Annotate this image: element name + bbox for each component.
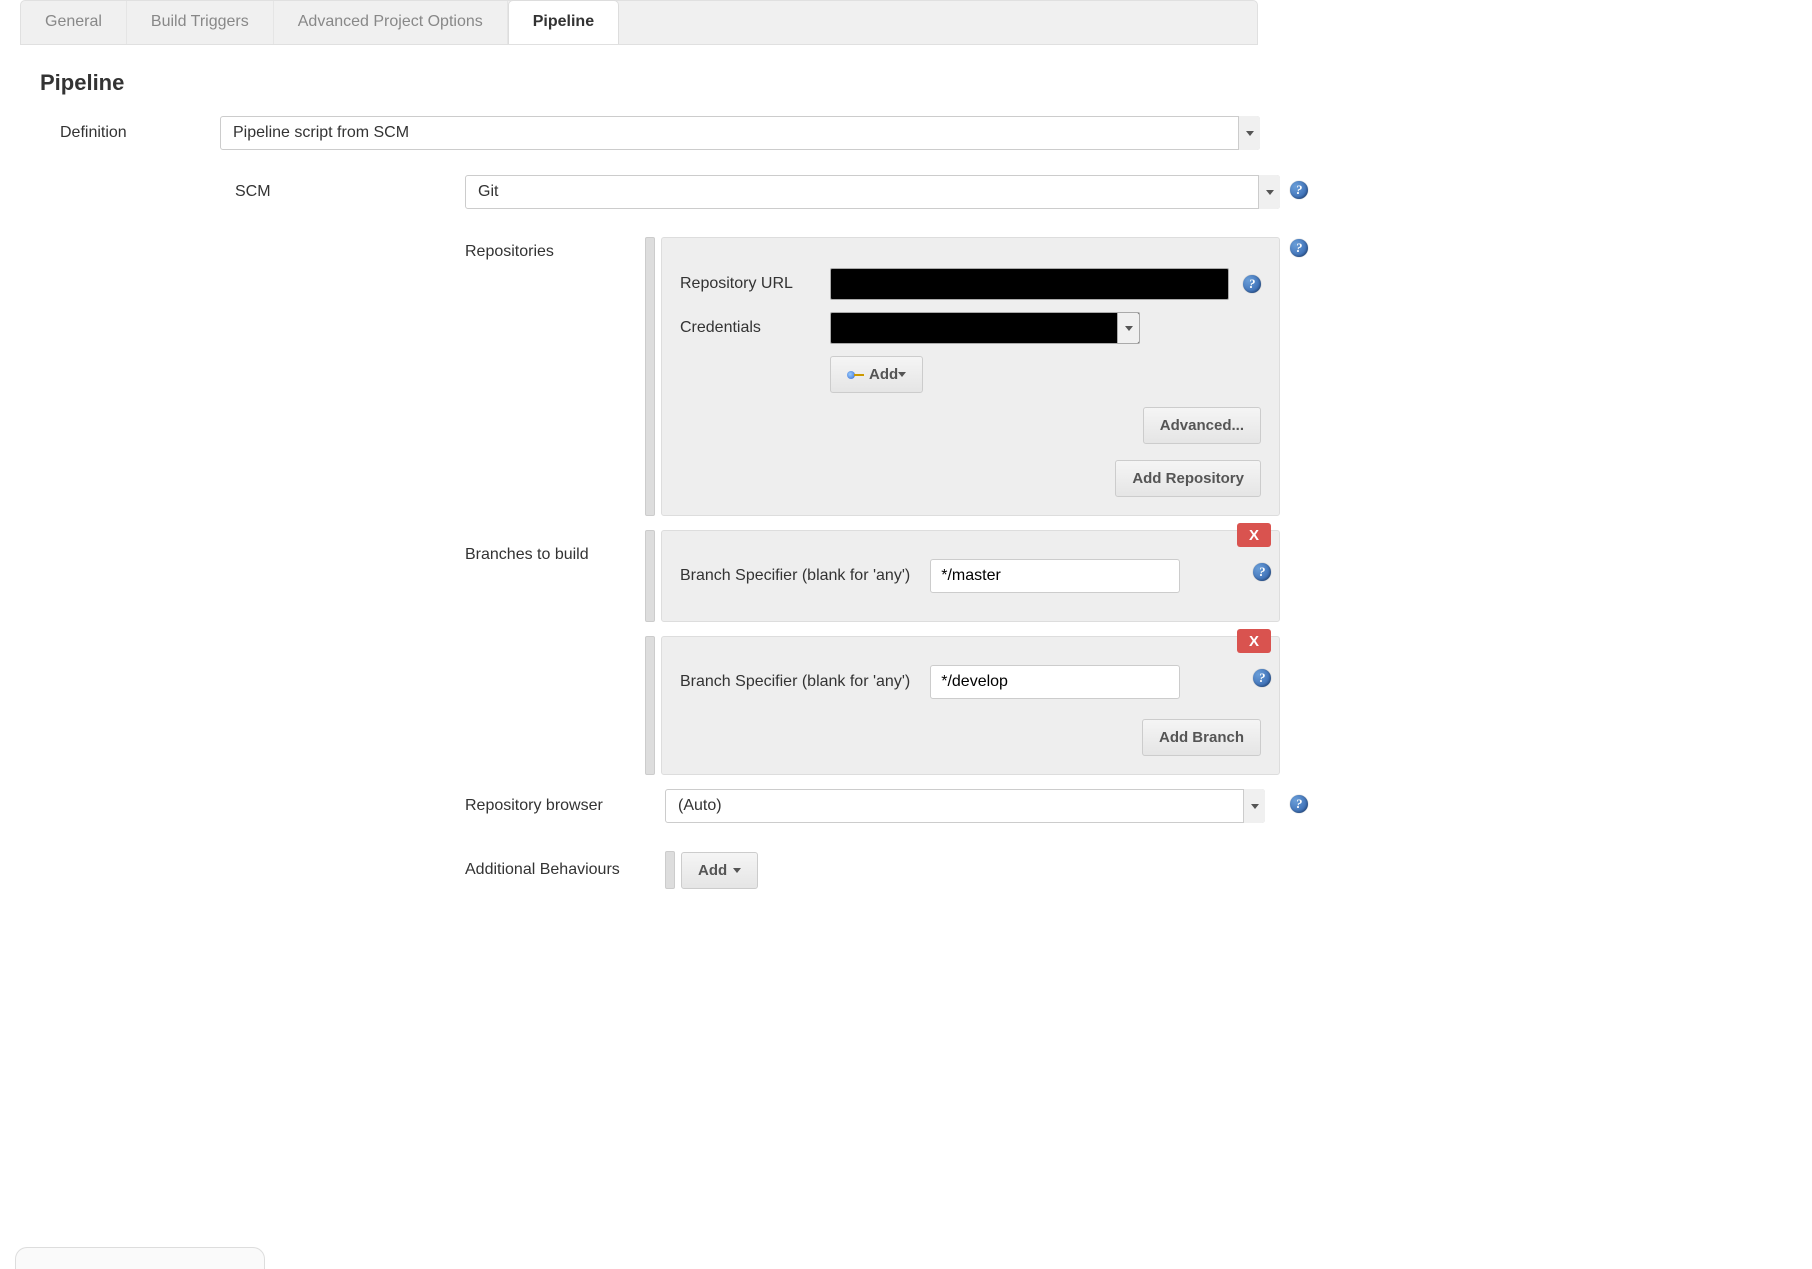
label-branch-specifier: Branch Specifier (blank for 'any') <box>680 567 910 585</box>
advanced-button[interactable]: Advanced... <box>1143 407 1261 444</box>
repository-panel: Repository URL ? Credentials Add <box>661 237 1280 516</box>
add-branch-button[interactable]: Add Branch <box>1142 719 1261 756</box>
tab-general[interactable]: General <box>21 1 127 44</box>
branch-specifier-input[interactable] <box>930 665 1180 699</box>
remove-branch-button[interactable]: X <box>1237 629 1271 653</box>
add-behaviour-label: Add <box>698 862 727 879</box>
help-icon[interactable]: ? <box>1243 275 1261 293</box>
scm-value: Git <box>478 183 498 201</box>
drag-handle[interactable] <box>645 237 655 516</box>
label-scm: SCM <box>235 183 465 201</box>
add-credentials-button[interactable]: Add <box>830 356 923 393</box>
chevron-down-icon <box>1258 175 1280 209</box>
remove-branch-button[interactable]: X <box>1237 523 1271 547</box>
credentials-select[interactable] <box>830 312 1140 344</box>
definition-value: Pipeline script from SCM <box>233 124 409 142</box>
label-additional-behaviours: Additional Behaviours <box>465 861 665 879</box>
drag-handle[interactable] <box>645 530 655 622</box>
drag-handle[interactable] <box>645 636 655 775</box>
label-repository-url: Repository URL <box>680 275 830 293</box>
label-repository-browser: Repository browser <box>465 797 665 815</box>
scm-select[interactable]: Git <box>465 175 1280 209</box>
repository-url-input[interactable] <box>830 268 1229 300</box>
config-tabs: General Build Triggers Advanced Project … <box>20 0 1258 45</box>
label-branch-specifier: Branch Specifier (blank for 'any') <box>680 673 910 691</box>
help-icon[interactable]: ? <box>1253 669 1271 687</box>
repository-browser-select[interactable]: (Auto) <box>665 789 1265 823</box>
branch-specifier-input[interactable] <box>930 559 1180 593</box>
label-definition: Definition <box>60 124 220 142</box>
repository-browser-value: (Auto) <box>678 797 722 815</box>
drag-handle[interactable] <box>665 851 675 889</box>
chevron-down-icon <box>1238 116 1260 150</box>
label-repositories: Repositories <box>465 237 645 261</box>
chevron-down-icon <box>898 372 906 377</box>
help-icon[interactable]: ? <box>1290 239 1308 257</box>
add-credentials-label: Add <box>869 366 898 383</box>
definition-select[interactable]: Pipeline script from SCM <box>220 116 1260 150</box>
footer-collapsed-panel[interactable] <box>15 1247 265 1269</box>
branch-panel: X Branch Specifier (blank for 'any') ? A… <box>661 636 1280 775</box>
label-credentials: Credentials <box>680 319 830 337</box>
key-icon <box>847 371 863 379</box>
chevron-down-icon <box>1243 789 1265 823</box>
help-icon[interactable]: ? <box>1290 795 1308 813</box>
branch-panel: X Branch Specifier (blank for 'any') ? <box>661 530 1280 622</box>
tab-build-triggers[interactable]: Build Triggers <box>127 1 274 44</box>
chevron-down-icon <box>1117 313 1139 343</box>
add-behaviour-button[interactable]: Add <box>681 852 758 889</box>
help-icon[interactable]: ? <box>1253 563 1271 581</box>
tab-advanced-options[interactable]: Advanced Project Options <box>274 1 508 44</box>
add-repository-button[interactable]: Add Repository <box>1115 460 1261 497</box>
tab-pipeline[interactable]: Pipeline <box>508 0 619 44</box>
chevron-down-icon <box>733 868 741 873</box>
section-title-pipeline: Pipeline <box>20 45 1280 106</box>
help-icon[interactable]: ? <box>1290 181 1308 199</box>
label-branches: Branches to build <box>465 530 645 564</box>
